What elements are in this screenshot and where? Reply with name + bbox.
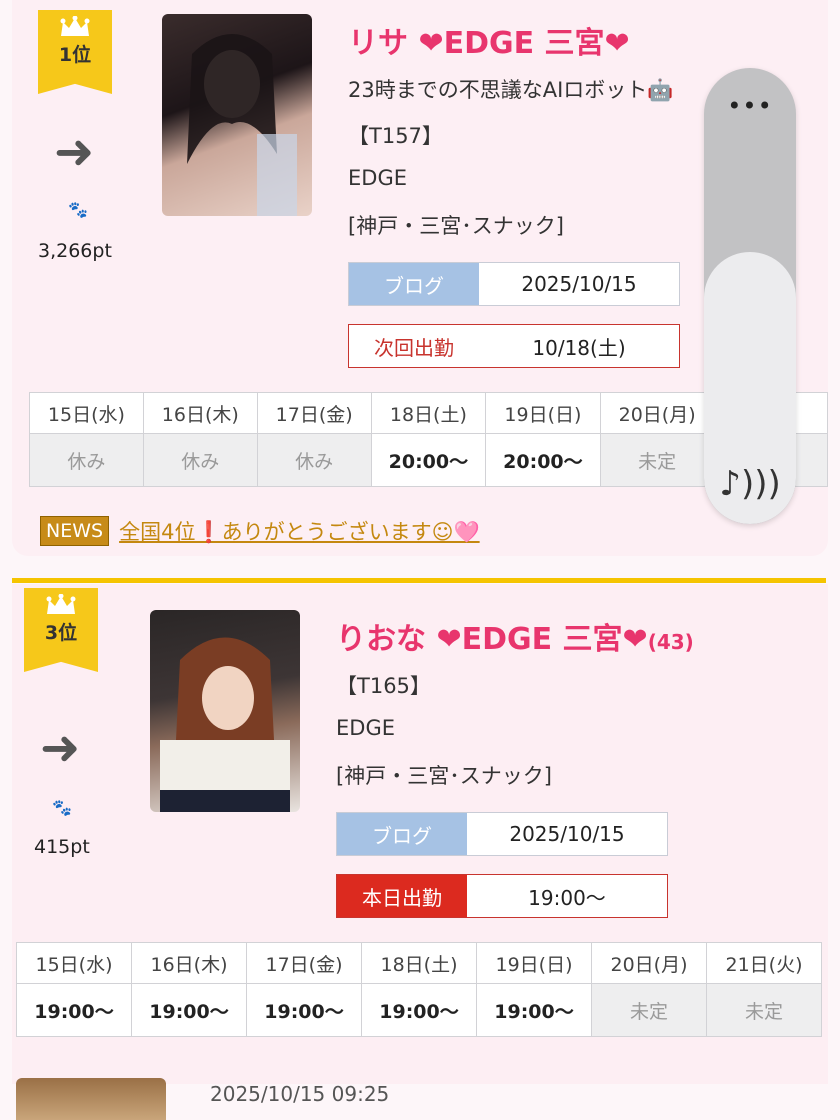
crown-icon [60, 16, 90, 36]
rank-label: 3位 [44, 622, 78, 644]
girl-name[interactable]: リサ ❤EDGE 三宮❤ [348, 18, 630, 62]
next-shift-label: 次回出勤 [349, 325, 479, 367]
blog-label: ブログ [349, 263, 479, 305]
trend-arrow-icon: ➜ [40, 720, 81, 776]
today-shift-time: 19:00〜 [528, 885, 606, 910]
day-header: 21日(火) [706, 942, 822, 984]
day-header: 20日(月) [599, 392, 715, 434]
shift-cell: 休み [29, 433, 144, 487]
day-header: 20日(月) [591, 942, 707, 984]
trend-arrow-icon: ➜ [54, 124, 95, 180]
shift-cell: 19:00〜 [361, 983, 477, 1037]
next-shift-box: 次回出勤 10/18(土) [348, 324, 680, 368]
rank-badge: 1位 [38, 10, 112, 94]
height-label: 【T157】 [348, 124, 443, 148]
news-row[interactable]: NEWS 全国4位❗ありがとうございます☺🩷 [40, 516, 480, 546]
today-shift-label: 本日出勤 [337, 875, 467, 917]
blog-date: 2025/10/15 [521, 272, 637, 296]
points-value: 415pt [34, 836, 90, 858]
day-header: 18日(土) [370, 392, 487, 434]
paw-icon: 🐾 [68, 200, 88, 219]
day-header: 15日(水) [16, 942, 132, 984]
shift-cell: 20:00〜 [370, 433, 487, 487]
crown-icon [46, 594, 76, 614]
speaker-note-icon[interactable]: ♪))) [704, 464, 796, 504]
blog-label: ブログ [337, 813, 467, 855]
paw-icon: 🐾 [52, 798, 72, 817]
day-header: 19日(日) [485, 392, 601, 434]
day-header: 18日(土) [361, 942, 477, 984]
day-header: 15日(水) [29, 392, 144, 434]
day-header: 17日(金) [256, 392, 372, 434]
girl-name[interactable]: りおな ❤EDGE 三宮❤(43) [336, 614, 694, 658]
area-label: [神戸・三宮･スナック] [348, 214, 564, 238]
profile-photo[interactable] [162, 14, 312, 216]
shift-cell: 19:00〜 [476, 983, 592, 1037]
day-header: 16日(木) [131, 942, 247, 984]
post-timestamp: 2025/10/15 09:25 [210, 1082, 390, 1106]
shift-cell: 休み [256, 433, 372, 487]
blog-date: 2025/10/15 [509, 822, 625, 846]
shift-cell: 19:00〜 [246, 983, 362, 1037]
today-shift-box: 本日出勤 19:00〜 [336, 874, 668, 918]
profile-photo[interactable] [150, 610, 300, 812]
catch-copy: 23時までの不思議なAIロボット🤖 [348, 78, 674, 102]
rank-badge: 3位 [24, 588, 98, 672]
shift-cell: 19:00〜 [131, 983, 247, 1037]
shift-cell: 20:00〜 [485, 433, 601, 487]
area-label: [神戸・三宮･スナック] [336, 764, 552, 788]
ranking-card-3: 3位 ➜ 🐾 415pt りおな ❤EDGE 三宮❤(43) 【T165】 ED… [12, 584, 828, 1084]
day-header: 16日(木) [142, 392, 258, 434]
blog-button[interactable]: ブログ 2025/10/15 [336, 812, 668, 856]
name-text: りおな ❤EDGE 三宮❤ [336, 622, 648, 657]
points-value: 3,266pt [38, 240, 112, 262]
height-label: 【T165】 [336, 674, 431, 698]
news-link[interactable]: 全国4位❗ありがとうございます☺🩷 [119, 516, 480, 546]
profile-photo[interactable] [16, 1078, 166, 1120]
volume-slider[interactable]: ••• ♪))) [704, 68, 796, 524]
shift-cell: 未定 [706, 983, 822, 1037]
day-header: 17日(金) [246, 942, 362, 984]
section-divider [12, 578, 826, 583]
shop-name[interactable]: EDGE [348, 166, 407, 190]
rank-label: 1位 [58, 44, 92, 66]
shift-cell: 未定 [591, 983, 707, 1037]
age-label: (43) [647, 630, 694, 654]
news-tag: NEWS [40, 516, 110, 546]
name-text: リサ ❤EDGE 三宮❤ [348, 26, 630, 61]
shift-cell: 19:00〜 [16, 983, 132, 1037]
day-header: 19日(日) [476, 942, 592, 984]
more-options-icon[interactable]: ••• [704, 92, 796, 120]
shift-cell: 未定 [599, 433, 715, 487]
schedule-table: 15日(水) 16日(木) 17日(金) 18日(土) 19日(日) 20日(月… [16, 942, 822, 1037]
shift-cell: 休み [142, 433, 258, 487]
blog-button[interactable]: ブログ 2025/10/15 [348, 262, 680, 306]
shop-name[interactable]: EDGE [336, 716, 395, 740]
next-shift-date: 10/18(土) [532, 335, 626, 360]
